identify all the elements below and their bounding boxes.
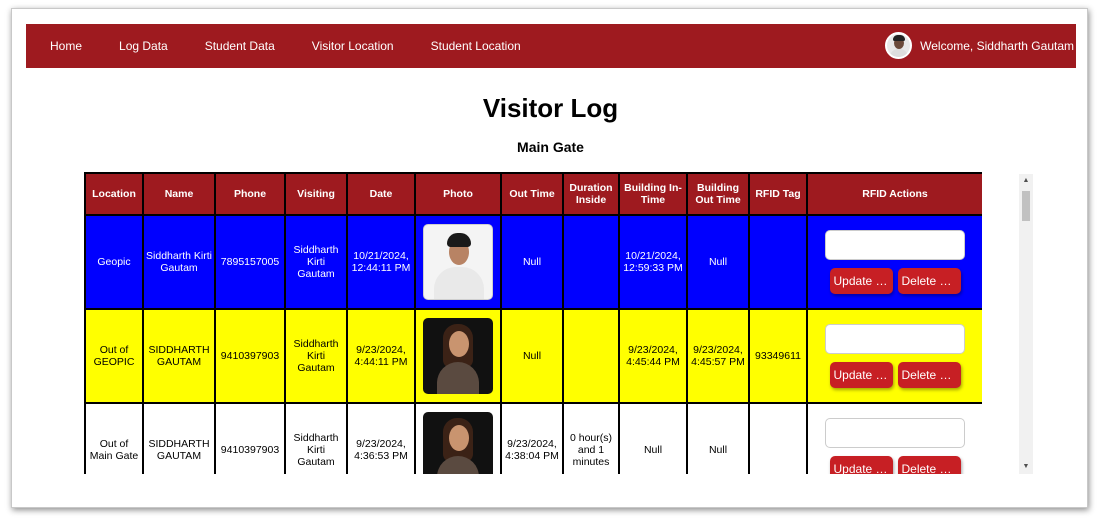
update-rfid-button[interactable]: Update R... — [829, 268, 893, 294]
vertical-scrollbar[interactable]: ▲ ▼ — [1019, 174, 1033, 474]
table-row: Geopic Siddharth Kirti Gautam 7895157005… — [84, 214, 982, 310]
visitor-photo[interactable] — [423, 412, 493, 474]
visitor-log-table: Location Name Phone Visiting Date Photo … — [84, 172, 982, 474]
scroll-down-arrow-icon[interactable]: ▼ — [1019, 460, 1033, 474]
update-rfid-button[interactable]: Update R... — [829, 362, 893, 388]
column-header-photo: Photo — [414, 172, 502, 216]
cell-rfid-tag: 93349611 — [748, 308, 808, 404]
cell-rfid-tag — [748, 402, 808, 474]
nav-home-link[interactable]: Home — [50, 39, 82, 53]
cell-out-time: Null — [500, 214, 564, 310]
cell-visiting: Siddharth Kirti Gautam — [284, 308, 348, 404]
cell-location: Out of GEOPIC — [84, 308, 144, 404]
visitor-photo[interactable] — [423, 318, 493, 394]
welcome-text: Welcome, Siddharth Gautam — [920, 38, 1074, 53]
nav-visitor-location-link[interactable]: Visitor Location — [312, 39, 394, 53]
page-title: Visitor Log — [482, 93, 619, 123]
cell-location: Geopic — [84, 214, 144, 310]
cell-rfid-actions: Update R... Delete R... — [806, 308, 982, 404]
nav-log-data-link[interactable]: Log Data — [119, 39, 168, 53]
scrollbar-thumb[interactable] — [1022, 191, 1030, 221]
column-header-location: Location — [84, 172, 144, 216]
page-subtitle: Main Gate — [517, 139, 584, 155]
update-rfid-button[interactable]: Update R... — [829, 456, 893, 474]
column-header-building-in-time: Building In-Time — [618, 172, 688, 216]
cell-duration — [562, 308, 620, 404]
cell-rfid-actions: Update R... Delete R... — [806, 214, 982, 310]
top-navbar: Home Log Data Student Data Visitor Locat… — [26, 24, 1076, 68]
cell-date: 9/23/2024, 4:36:53 PM — [346, 402, 416, 474]
cell-duration: 0 hour(s) and 1 minutes — [562, 402, 620, 474]
cell-phone: 9410397903 — [214, 308, 286, 404]
column-header-name: Name — [142, 172, 216, 216]
scroll-up-arrow-icon[interactable]: ▲ — [1019, 174, 1033, 188]
cell-visiting: Siddharth Kirti Gautam — [284, 402, 348, 474]
column-header-rfid-tag: RFID Tag — [748, 172, 808, 216]
rfid-input[interactable] — [825, 418, 965, 448]
avatar[interactable] — [885, 32, 913, 59]
column-header-out-time: Out Time — [500, 172, 564, 216]
column-header-visiting: Visiting — [284, 172, 348, 216]
cell-photo — [414, 308, 502, 404]
cell-building-out: Null — [686, 214, 750, 310]
cell-rfid-actions: Update R... Delete R... — [806, 402, 982, 474]
visitor-log-table-container[interactable]: Location Name Phone Visiting Date Photo … — [84, 172, 982, 474]
cell-name: SIDDHARTH GAUTAM — [142, 308, 216, 404]
cell-name: Siddharth Kirti Gautam — [142, 214, 216, 310]
visitor-photo[interactable] — [423, 224, 493, 300]
rfid-input[interactable] — [825, 324, 965, 354]
cell-building-in: Null — [618, 402, 688, 474]
nav-student-location-link[interactable]: Student Location — [431, 39, 521, 53]
column-header-building-out-time: Building Out Time — [686, 172, 750, 216]
cell-building-out: Null — [686, 402, 750, 474]
cell-duration — [562, 214, 620, 310]
cell-photo — [414, 402, 502, 474]
rfid-input[interactable] — [825, 230, 965, 260]
cell-visiting: Siddharth Kirti Gautam — [284, 214, 348, 310]
app-window: Home Log Data Student Data Visitor Locat… — [11, 8, 1088, 508]
cell-out-time: 9/23/2024, 4:38:04 PM — [500, 402, 564, 474]
cell-building-in: 10/21/2024, 12:59:33 PM — [618, 214, 688, 310]
user-welcome[interactable]: Welcome, Siddharth Gautam — [885, 32, 1074, 59]
table-header-row: Location Name Phone Visiting Date Photo … — [84, 172, 982, 216]
cell-building-in: 9/23/2024, 4:45:44 PM — [618, 308, 688, 404]
nav-student-data-link[interactable]: Student Data — [205, 39, 275, 53]
cell-phone: 7895157005 — [214, 214, 286, 310]
cell-location: Out of Main Gate — [84, 402, 144, 474]
cell-name: SIDDHARTH GAUTAM — [142, 402, 216, 474]
delete-rfid-button[interactable]: Delete R... — [897, 362, 961, 388]
table-row: Out of GEOPIC SIDDHARTH GAUTAM 941039790… — [84, 308, 982, 404]
cell-rfid-tag — [748, 214, 808, 310]
column-header-date: Date — [346, 172, 416, 216]
column-header-rfid-actions: RFID Actions — [806, 172, 982, 216]
cell-photo — [414, 214, 502, 310]
cell-date: 9/23/2024, 4:44:11 PM — [346, 308, 416, 404]
column-header-duration-inside: Duration Inside — [562, 172, 620, 216]
column-header-phone: Phone — [214, 172, 286, 216]
cell-out-time: Null — [500, 308, 564, 404]
cell-building-out: 9/23/2024, 4:45:57 PM — [686, 308, 750, 404]
table-row: Out of Main Gate SIDDHARTH GAUTAM 941039… — [84, 402, 982, 474]
delete-rfid-button[interactable]: Delete R... — [897, 268, 961, 294]
cell-phone: 9410397903 — [214, 402, 286, 474]
cell-date: 10/21/2024, 12:44:11 PM — [346, 214, 416, 310]
delete-rfid-button[interactable]: Delete R... — [897, 456, 961, 474]
